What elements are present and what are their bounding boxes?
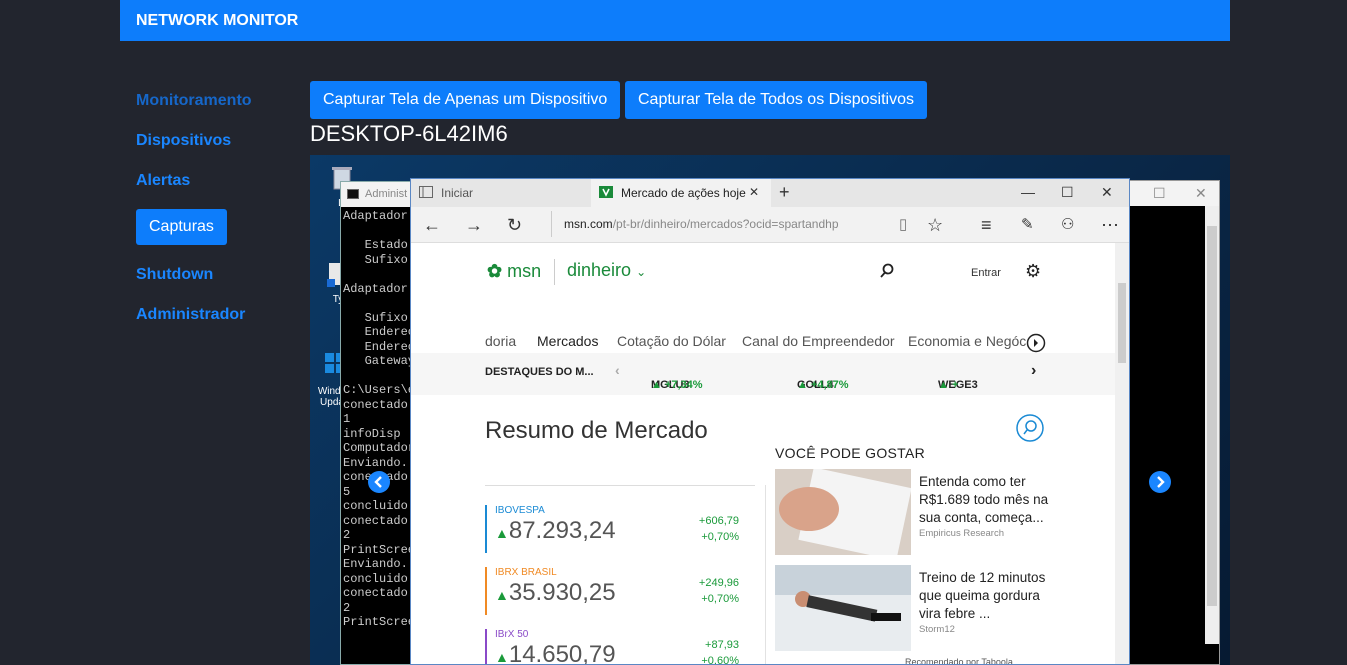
- summary-title: Resumo de Mercado: [485, 417, 708, 444]
- recommend-title: VOCÊ PODE GOSTAR: [775, 445, 926, 461]
- more-icon[interactable]: ⋯: [1101, 215, 1119, 236]
- page-icon: [419, 186, 433, 198]
- top-bar: NETWORK MONITOR: [120, 0, 1230, 41]
- address-bar[interactable]: msn.com/pt-br/dinheiro/mercados?ocid=spa…: [551, 211, 881, 237]
- msn-favicon-icon: [599, 186, 613, 198]
- article-card[interactable]: Entenda como ter R$1.689 todo mês na sua…: [775, 469, 1055, 557]
- tab-iniciar[interactable]: Iniciar: [411, 179, 591, 207]
- up-arrow-icon: ▲: [495, 587, 509, 603]
- refresh-icon[interactable]: ↻: [507, 215, 522, 236]
- gear-icon[interactable]: ⚙: [1025, 261, 1041, 282]
- carousel-next-button[interactable]: [1149, 471, 1171, 493]
- index-row[interactable]: IBOVESPA ▲87.293,24 +606,79 +0,70%: [485, 505, 755, 561]
- new-tab-icon[interactable]: +: [779, 182, 790, 203]
- background-window-title-bar: ☐ ✕: [1119, 181, 1219, 206]
- favorite-star-icon[interactable]: ☆: [927, 215, 943, 236]
- chevron-right-icon[interactable]: ›: [1031, 362, 1036, 380]
- taboola-label: Recomendado por Taboola: [905, 657, 1013, 665]
- cmd-icon: [347, 189, 359, 199]
- subnav-item-empreendedor[interactable]: Canal do Empreendedor: [742, 333, 895, 349]
- browser-nav-bar: ← → ↻ msn.com/pt-br/dinheiro/mercados?oc…: [411, 207, 1129, 243]
- signin-link[interactable]: Entrar: [971, 267, 1001, 279]
- sidebar-item-administrador[interactable]: Administrador: [136, 306, 245, 324]
- maximize-icon[interactable]: ☐: [1061, 184, 1074, 201]
- sidebar-item-alertas[interactable]: Alertas: [136, 172, 190, 190]
- msn-logo[interactable]: ✿ msn: [487, 261, 541, 282]
- sidebar-item-capturas[interactable]: Capturas: [136, 209, 227, 245]
- edge-browser-window: Iniciar Mercado de ações hoje ✕ + — ☐ ✕ …: [410, 178, 1130, 665]
- index-row[interactable]: IBrX 50 ▲14.650,79 +87,93 +0,60%: [485, 629, 755, 665]
- page-scrollbar[interactable]: [1115, 243, 1129, 664]
- market-ticker: DESTAQUES DO M... ‹ MGLU3 ▲ +7,34% GOLL4…: [411, 353, 1116, 395]
- subnav-item-doria[interactable]: doria: [485, 333, 516, 349]
- web-note-icon[interactable]: ✎: [1021, 215, 1034, 233]
- close-tab-icon[interactable]: ✕: [749, 185, 759, 199]
- carousel-prev-button[interactable]: [368, 471, 390, 493]
- pushup-photo-thumbnail: [775, 565, 911, 651]
- app-title: NETWORK MONITOR: [136, 12, 299, 29]
- sidebar-item-shutdown[interactable]: Shutdown: [136, 266, 213, 284]
- close-window-icon[interactable]: ✕: [1101, 184, 1113, 201]
- market-content: Resumo de Mercado IBOVESPA ▲87.293,24 +6…: [411, 395, 1116, 665]
- index-row[interactable]: IBRX BRASIL ▲35.930,25 +249,96 +0,70%: [485, 567, 755, 623]
- chevron-down-icon: ⌄: [636, 265, 647, 279]
- subnav-item-economia[interactable]: Economia e Negóc: [908, 333, 1026, 349]
- receipt-photo-thumbnail: [775, 469, 911, 555]
- article-card[interactable]: Treino de 12 minutos que queima gordura …: [775, 565, 1055, 653]
- hub-icon[interactable]: ≡: [981, 215, 992, 236]
- chevron-right-icon: [1157, 476, 1165, 488]
- up-arrow-icon: ▲: [495, 525, 509, 541]
- forward-icon[interactable]: →: [465, 215, 483, 236]
- capture-all-devices-button[interactable]: Capturar Tela de Todos os Dispositivos: [625, 81, 927, 119]
- butterfly-icon: ✿: [487, 261, 503, 281]
- chevron-left-icon[interactable]: ‹: [615, 362, 620, 378]
- up-arrow-icon: ▲: [495, 649, 509, 665]
- capture-one-device-button[interactable]: Capturar Tela de Apenas um Dispositivo: [310, 81, 621, 119]
- sidebar-item-dispositivos[interactable]: Dispositivos: [136, 132, 231, 150]
- background-window-scrollbar[interactable]: [1205, 206, 1219, 644]
- ticker-label: DESTAQUES DO M...: [485, 366, 594, 378]
- section-dinheiro[interactable]: dinheiro ⌄: [567, 260, 646, 281]
- device-name: DESKTOP-6L42IM6: [310, 121, 508, 146]
- search-circle-icon[interactable]: [1015, 413, 1045, 443]
- share-icon[interactable]: ⚇: [1061, 215, 1074, 233]
- browser-tab-bar: Iniciar Mercado de ações hoje ✕ + — ☐ ✕: [411, 179, 1129, 207]
- chevron-right-circle-icon[interactable]: [1026, 333, 1046, 353]
- minimize-icon[interactable]: —: [1021, 184, 1035, 200]
- sidebar-item-monitoramento[interactable]: Monitoramento: [136, 92, 252, 110]
- reading-view-icon[interactable]: ▯: [899, 215, 907, 233]
- close-icon[interactable]: ✕: [1195, 185, 1207, 202]
- screen-capture: Li Ty Windo Upda Administ Adaptador Esta…: [310, 155, 1230, 665]
- chevron-left-icon: [374, 476, 382, 488]
- tab-mercado[interactable]: Mercado de ações hoje ✕: [591, 179, 771, 207]
- background-browser-window: ☐ ✕: [1118, 180, 1220, 665]
- maximize-icon[interactable]: ☐: [1153, 185, 1166, 202]
- subnav-item-cotacao[interactable]: Cotação do Dólar: [617, 333, 726, 349]
- search-icon[interactable]: [879, 263, 895, 279]
- back-icon[interactable]: ←: [423, 215, 441, 236]
